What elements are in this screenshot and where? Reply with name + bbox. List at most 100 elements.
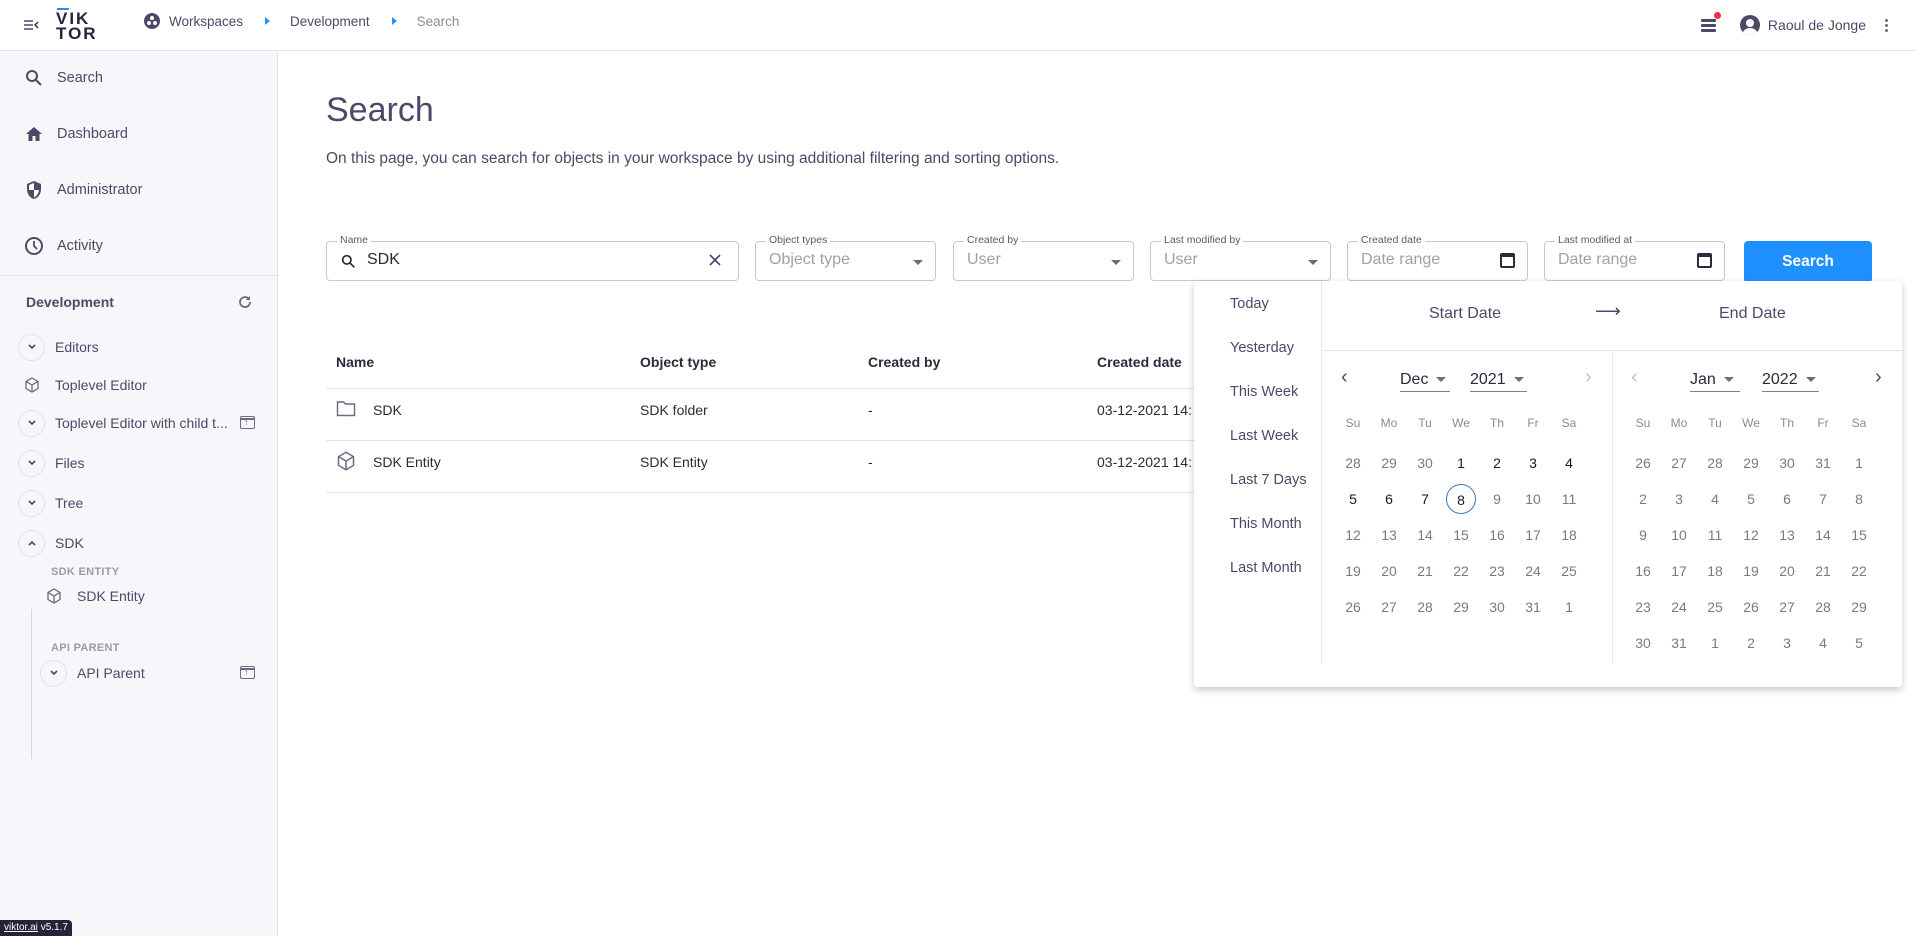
calendar-day[interactable]: 10 xyxy=(1664,520,1694,550)
calendar-day[interactable]: 2 xyxy=(1736,628,1766,658)
calendar-day[interactable]: 31 xyxy=(1518,592,1548,622)
chevron-down-icon[interactable] xyxy=(18,489,45,517)
calendar-day[interactable]: 29 xyxy=(1374,448,1404,478)
open-in-new-icon[interactable] xyxy=(240,666,255,679)
tree-item-editors[interactable]: Editors xyxy=(18,332,99,362)
object-types-select[interactable]: Object types Object type xyxy=(755,234,936,281)
column-header-created-by[interactable]: Created by xyxy=(868,354,940,370)
calendar-day[interactable]: 29 xyxy=(1844,592,1874,622)
tree-item-tree[interactable]: Tree xyxy=(18,488,83,518)
calendar-day[interactable]: 10 xyxy=(1518,484,1548,514)
prev-month-icon[interactable]: ‹ xyxy=(1341,366,1348,389)
calendar-day[interactable]: 17 xyxy=(1518,520,1548,550)
calendar-day[interactable]: 3 xyxy=(1518,448,1548,478)
calendar-day[interactable]: 1 xyxy=(1446,448,1476,478)
calendar-day[interactable]: 16 xyxy=(1482,520,1512,550)
sidebar-item-administrator[interactable]: Administrator xyxy=(0,170,277,210)
calendar-day[interactable]: 5 xyxy=(1338,484,1368,514)
chevron-down-icon[interactable] xyxy=(40,659,67,687)
calendar-day[interactable]: 12 xyxy=(1338,520,1368,550)
calendar-day[interactable]: 1 xyxy=(1844,448,1874,478)
viktor-link[interactable]: viktor.ai xyxy=(4,922,38,933)
calendar-day[interactable]: 18 xyxy=(1554,520,1584,550)
calendar-day[interactable]: 30 xyxy=(1628,628,1658,658)
calendar-day[interactable]: 19 xyxy=(1736,556,1766,586)
created-by-select[interactable]: Created by User xyxy=(953,234,1134,281)
calendar-day[interactable]: 26 xyxy=(1628,448,1658,478)
sidebar-item-search[interactable]: Search xyxy=(0,58,277,98)
calendar-day[interactable]: 22 xyxy=(1844,556,1874,586)
calendar-day[interactable]: 24 xyxy=(1664,592,1694,622)
preset-this-week[interactable]: This Week xyxy=(1230,384,1298,400)
calendar-day[interactable]: 5 xyxy=(1736,484,1766,514)
calendar-day[interactable]: 3 xyxy=(1664,484,1694,514)
calendar-day[interactable]: 16 xyxy=(1628,556,1658,586)
preset-this-month[interactable]: This Month xyxy=(1230,516,1302,532)
preset-last-month[interactable]: Last Month xyxy=(1230,560,1302,576)
calendar-day[interactable]: 27 xyxy=(1772,592,1802,622)
calendar-day[interactable]: 5 xyxy=(1844,628,1874,658)
tree-item-sdk[interactable]: SDK xyxy=(18,528,84,558)
calendar-day[interactable]: 25 xyxy=(1700,592,1730,622)
calendar-icon[interactable] xyxy=(1697,253,1712,268)
calendar-day[interactable]: 26 xyxy=(1338,592,1368,622)
calendar-day[interactable]: 8 xyxy=(1844,484,1874,514)
calendar-day[interactable]: 28 xyxy=(1410,592,1440,622)
calendar-day[interactable]: 7 xyxy=(1808,484,1838,514)
created-date-input[interactable]: Created date Date range xyxy=(1347,234,1528,281)
last-modified-at-input[interactable]: Last modified at Date range xyxy=(1544,234,1725,281)
calendar-day[interactable]: 4 xyxy=(1554,448,1584,478)
calendar-day[interactable]: 13 xyxy=(1772,520,1802,550)
preset-yesterday[interactable]: Yesterday xyxy=(1230,340,1294,356)
tree-item-files[interactable]: Files xyxy=(18,448,85,478)
calendar-day[interactable]: 22 xyxy=(1446,556,1476,586)
calendar-day[interactable]: 2 xyxy=(1482,448,1512,478)
year-select-start[interactable]: 2021 xyxy=(1470,368,1527,392)
sidebar-item-dashboard[interactable]: Dashboard xyxy=(0,114,277,154)
calendar-day[interactable]: 21 xyxy=(1410,556,1440,586)
calendar-day[interactable]: 13 xyxy=(1374,520,1404,550)
sidebar-item-activity[interactable]: Activity xyxy=(0,226,277,266)
chevron-down-icon[interactable] xyxy=(18,333,45,361)
calendar-day[interactable]: 11 xyxy=(1554,484,1584,514)
calendar-day[interactable]: 27 xyxy=(1374,592,1404,622)
calendar-day[interactable]: 14 xyxy=(1410,520,1440,550)
preset-last-week[interactable]: Last Week xyxy=(1230,428,1298,444)
calendar-day[interactable]: 19 xyxy=(1338,556,1368,586)
tree-item-toplevel-editor-with-child[interactable]: Toplevel Editor with child t... xyxy=(18,408,228,438)
calendar-day[interactable]: 20 xyxy=(1772,556,1802,586)
user-menu[interactable]: Raoul de Jonge xyxy=(1739,15,1866,35)
calendar-day[interactable]: 15 xyxy=(1844,520,1874,550)
calendar-day[interactable]: 23 xyxy=(1482,556,1512,586)
chevron-up-icon[interactable] xyxy=(18,529,45,557)
calendar-day[interactable]: 30 xyxy=(1410,448,1440,478)
more-options-icon[interactable] xyxy=(1876,15,1896,35)
tree-item-api-parent[interactable]: API Parent xyxy=(40,658,145,688)
calendar-day[interactable]: 9 xyxy=(1628,520,1658,550)
clear-icon[interactable] xyxy=(708,253,722,272)
calendar-day[interactable]: 24 xyxy=(1518,556,1548,586)
calendar-day[interactable]: 17 xyxy=(1664,556,1694,586)
calendar-day[interactable]: 21 xyxy=(1808,556,1838,586)
calendar-day[interactable]: 9 xyxy=(1482,484,1512,514)
column-header-name[interactable]: Name xyxy=(336,354,374,370)
calendar-day[interactable]: 31 xyxy=(1664,628,1694,658)
calendar-day[interactable]: 30 xyxy=(1772,448,1802,478)
calendar-day[interactable]: 7 xyxy=(1410,484,1440,514)
calendar-day[interactable]: 11 xyxy=(1700,520,1730,550)
notifications-icon[interactable] xyxy=(1700,12,1721,34)
calendar-day[interactable]: 20 xyxy=(1374,556,1404,586)
calendar-day[interactable]: 28 xyxy=(1700,448,1730,478)
calendar-day[interactable]: 14 xyxy=(1808,520,1838,550)
calendar-day[interactable]: 29 xyxy=(1736,448,1766,478)
column-header-created-date[interactable]: Created date xyxy=(1097,354,1182,370)
end-date-label[interactable]: End Date xyxy=(1719,305,1786,323)
start-date-label[interactable]: Start Date xyxy=(1429,305,1501,323)
next-month-icon[interactable]: › xyxy=(1875,366,1882,389)
last-modified-by-select[interactable]: Last modified by User xyxy=(1150,234,1331,281)
column-header-object-type[interactable]: Object type xyxy=(640,354,716,370)
calendar-day[interactable]: 4 xyxy=(1700,484,1730,514)
calendar-day[interactable]: 4 xyxy=(1808,628,1838,658)
calendar-day[interactable]: 23 xyxy=(1628,592,1658,622)
year-select-end[interactable]: 2022 xyxy=(1762,368,1819,392)
